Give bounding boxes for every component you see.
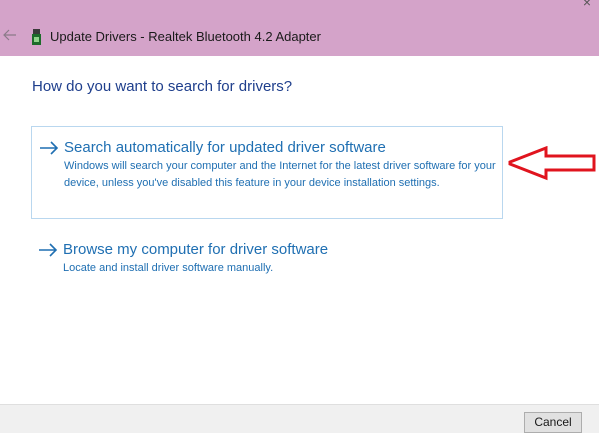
browse-computer-option[interactable]: Browse my computer for driver software L… xyxy=(31,236,503,284)
back-arrow-icon[interactable] xyxy=(2,27,18,43)
page-heading: How do you want to search for drivers? xyxy=(32,78,293,95)
close-icon[interactable]: × xyxy=(579,0,595,10)
title-bar: × Update Drivers - Realtek Bluetooth 4.2… xyxy=(0,0,599,56)
option-title: Browse my computer for driver software xyxy=(63,241,329,258)
right-arrow-icon xyxy=(40,141,59,155)
bluetooth-adapter-icon xyxy=(32,29,41,45)
search-automatically-option[interactable]: Search automatically for updated driver … xyxy=(31,126,503,219)
option-description: Windows will search your computer and th… xyxy=(64,160,496,189)
option-title: Search automatically for updated driver … xyxy=(64,139,386,156)
red-annotation-arrow-icon xyxy=(508,146,596,181)
option-description: Locate and install driver software manua… xyxy=(63,262,274,274)
dialog-footer xyxy=(0,404,599,433)
right-arrow-icon xyxy=(39,243,58,257)
window-title: Update Drivers - Realtek Bluetooth 4.2 A… xyxy=(50,29,321,44)
cancel-button[interactable]: Cancel xyxy=(524,412,582,433)
